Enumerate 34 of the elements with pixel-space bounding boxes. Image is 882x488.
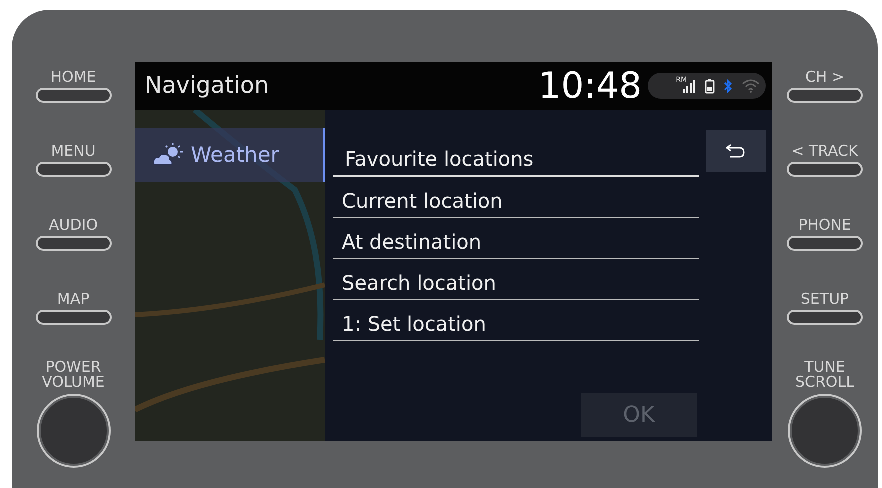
battery-icon bbox=[705, 78, 715, 94]
hard-button[interactable] bbox=[787, 310, 863, 325]
hard-button-label: HOME bbox=[50, 68, 96, 86]
menu-item[interactable]: Search location bbox=[333, 259, 699, 300]
wifi-icon bbox=[742, 79, 760, 93]
bluetooth-icon bbox=[724, 78, 733, 94]
volume-knob[interactable] bbox=[38, 396, 108, 466]
weather-cloud-sun-icon bbox=[153, 143, 185, 167]
screen-title: Navigation bbox=[145, 73, 270, 99]
sidebar-tab[interactable]: Weather bbox=[135, 128, 325, 182]
hard-button[interactable] bbox=[36, 162, 112, 177]
hard-button-label: PHONE bbox=[798, 216, 852, 234]
tune-knob[interactable] bbox=[790, 396, 860, 466]
hard-button[interactable] bbox=[36, 310, 112, 325]
hard-button-label: AUDIO bbox=[48, 216, 98, 234]
hard-button[interactable] bbox=[787, 236, 863, 251]
menu-item[interactable]: Current location bbox=[333, 177, 699, 218]
back-button[interactable] bbox=[706, 130, 766, 172]
hard-button[interactable] bbox=[36, 88, 112, 103]
hard-button-label: CH > bbox=[805, 68, 845, 86]
hard-button[interactable] bbox=[787, 162, 863, 177]
menu-item[interactable]: Favourite locations bbox=[333, 133, 699, 177]
clock-time: 10:48 bbox=[538, 66, 642, 106]
menu-item[interactable]: 1: Set location bbox=[333, 300, 699, 341]
hard-button-label: < TRACK bbox=[792, 142, 858, 160]
hard-button-label: SETUP bbox=[800, 290, 850, 308]
hard-button-label: MENU bbox=[51, 142, 96, 160]
menu-item[interactable]: At destination bbox=[333, 218, 699, 259]
knob-label: POWER VOLUME bbox=[42, 360, 105, 390]
hard-button-label: MAP bbox=[57, 290, 90, 308]
hard-button[interactable] bbox=[36, 236, 112, 251]
hard-button[interactable] bbox=[787, 88, 863, 103]
back-arrow-icon bbox=[726, 144, 746, 158]
knob-label: TUNE SCROLL bbox=[796, 360, 854, 390]
